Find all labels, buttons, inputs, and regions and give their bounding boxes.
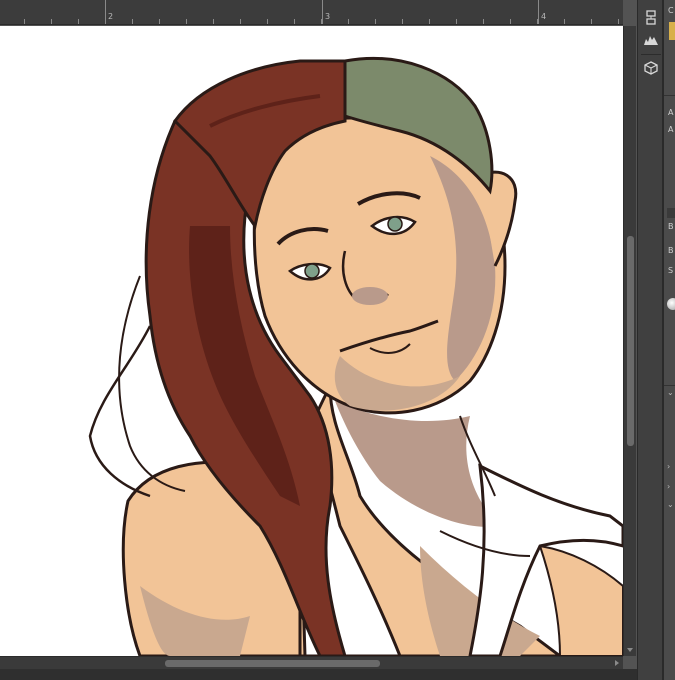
scroll-right-icon[interactable]: [615, 660, 619, 666]
ruler-minor-tick: [78, 19, 79, 24]
ruler-minor-tick: [564, 19, 565, 24]
portrait-illustration: [88, 56, 623, 656]
ruler-minor-tick: [321, 19, 322, 24]
vertical-scroll-thumb[interactable]: [627, 236, 634, 446]
ruler-minor-tick: [51, 19, 52, 24]
ruler-minor-tick: [429, 19, 430, 24]
ruler-minor-tick: [294, 19, 295, 24]
panel-divider: [664, 95, 675, 96]
panel-label-b2: B: [668, 246, 674, 255]
ruler-major-tick: [538, 0, 539, 24]
right-chest: [538, 544, 623, 656]
ruler-label-4: 4: [541, 12, 547, 21]
ruler-label-3: 3: [325, 12, 331, 21]
panel-label-a1: A: [668, 108, 674, 117]
ruler-minor-tick: [618, 19, 619, 24]
chevron-down-icon[interactable]: ⌄: [667, 388, 674, 397]
color-swatch[interactable]: [669, 22, 675, 40]
document-canvas[interactable]: [0, 26, 623, 656]
ruler-major-tick: [322, 0, 323, 24]
ruler-minor-tick: [591, 19, 592, 24]
photoshop-workspace: 2 3 4 C A A B B S ⌄ › › ⌄: [0, 0, 675, 680]
ruler-minor-tick: [510, 19, 511, 24]
ruler-minor-tick: [456, 19, 457, 24]
properties-panel-edge: C A A B B S ⌄ › › ⌄: [663, 0, 675, 680]
panel-label-a2: A: [668, 125, 674, 134]
nose-shadow: [352, 287, 388, 305]
3d-cube-icon[interactable]: [641, 58, 661, 78]
vertical-scrollbar[interactable]: [623, 26, 636, 656]
histogram-icon[interactable]: [641, 30, 661, 50]
chevron-right-icon[interactable]: ›: [667, 462, 670, 471]
status-strip: [0, 669, 637, 680]
scroll-down-icon[interactable]: [627, 648, 633, 652]
ruler-minor-tick: [267, 19, 268, 24]
ruler-minor-tick: [348, 19, 349, 24]
horizontal-scrollbar[interactable]: [0, 656, 623, 669]
panel-divider: [664, 385, 675, 386]
panel-label-b1: B: [668, 222, 674, 231]
ruler-minor-tick: [24, 19, 25, 24]
panel-label-c: C: [668, 6, 674, 15]
ruler-minor-tick: [105, 19, 106, 24]
ruler-minor-tick: [159, 19, 160, 24]
right-iris: [387, 216, 403, 232]
ruler-minor-tick: [132, 19, 133, 24]
strip-divider: [641, 54, 661, 55]
chevron-down-icon[interactable]: ⌄: [667, 500, 674, 509]
layer-comps-icon[interactable]: [641, 8, 661, 28]
brush-preview-icon[interactable]: [667, 298, 675, 310]
ruler-minor-tick: [213, 19, 214, 24]
horizontal-ruler: 2 3 4: [0, 0, 623, 25]
ruler-label-2: 2: [108, 12, 114, 21]
panel-icon-strip: [637, 0, 663, 680]
ruler-minor-tick: [537, 19, 538, 24]
ruler-minor-tick: [402, 19, 403, 24]
left-iris: [304, 263, 320, 279]
chevron-right-icon[interactable]: ›: [667, 482, 670, 491]
ruler-minor-tick: [240, 19, 241, 24]
ruler-minor-tick: [375, 19, 376, 24]
panel-tab-marker: [667, 208, 675, 218]
horizontal-scroll-thumb[interactable]: [165, 660, 380, 667]
ruler-minor-tick: [483, 19, 484, 24]
ruler-minor-tick: [186, 19, 187, 24]
panel-label-s: S: [668, 266, 674, 275]
